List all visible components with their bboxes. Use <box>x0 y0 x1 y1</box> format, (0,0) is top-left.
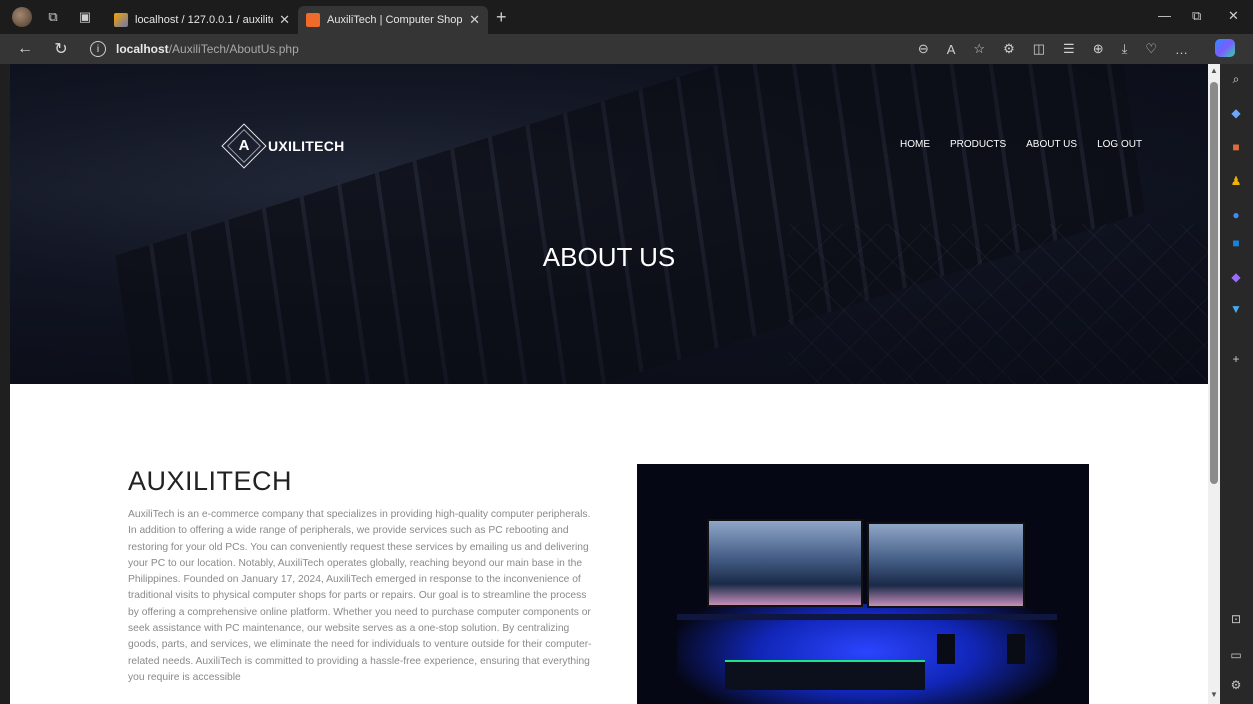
tab-actions-icon[interactable]: ▣ <box>74 6 96 28</box>
logo-text: UXILITECH <box>268 138 345 154</box>
hide-sidebar-icon[interactable]: ▭ <box>1229 648 1243 662</box>
edge-sidebar: ⌕ ◆ ■ ♟ ● ■ ◆ ▼ + ⊡ ▭ ⚙ <box>1220 64 1253 704</box>
logo-diamond-icon: A <box>221 123 267 169</box>
profile-avatar[interactable] <box>12 7 32 27</box>
url-path: /AuxiliTech/AboutUs.php <box>168 42 299 56</box>
copilot-sidebar-icon[interactable]: ● <box>1229 208 1243 222</box>
settings-gear-icon[interactable]: ⚙ <box>1229 678 1243 692</box>
scroll-up-arrow-icon[interactable]: ▲ <box>1210 66 1218 75</box>
browser-toolbar: ← ↻ i localhost/AuxiliTech/AboutUs.php ⊖… <box>0 34 1253 64</box>
workspaces-icon[interactable]: ⧉ <box>42 6 64 28</box>
close-window-button[interactable]: ✕ <box>1228 8 1239 24</box>
keyboard <box>725 660 925 690</box>
shopping-tag-icon[interactable]: ◆ <box>1229 106 1243 120</box>
nav-products[interactable]: PRODUCTS <box>950 139 1006 150</box>
copilot-icon[interactable] <box>1206 38 1244 60</box>
screenshot-icon[interactable]: ⊡ <box>1229 612 1243 626</box>
tab-title: localhost / 127.0.0.1 / auxilitech | <box>135 14 273 26</box>
favorites-icon[interactable]: ☰ <box>1063 41 1075 57</box>
tab-auxilitech[interactable]: AuxiliTech | Computer Shop ✕ <box>298 6 488 34</box>
gaming-setup-photo <box>637 464 1089 704</box>
favorite-star-icon[interactable]: ☆ <box>973 41 985 57</box>
monitor-left <box>707 519 863 607</box>
hero-title: ABOUT US <box>542 242 676 272</box>
send-icon[interactable]: ▼ <box>1229 302 1243 316</box>
hero-banner: A UXILITECH HOME PRODUCTS ABOUT US LOG O… <box>10 64 1208 384</box>
search-icon[interactable]: ⌕ <box>1229 72 1243 86</box>
add-sidebar-app-icon[interactable]: + <box>1229 352 1243 366</box>
browser-tab-bar: ⧉ ▣ localhost / 127.0.0.1 / auxilitech |… <box>0 0 1253 34</box>
back-arrow-icon[interactable]: ← <box>14 40 36 58</box>
phpmyadmin-favicon <box>114 13 128 27</box>
about-section: AUXILITECH AuxiliTech is an e-commerce c… <box>128 466 598 686</box>
designer-icon[interactable]: ◆ <box>1229 270 1243 284</box>
nav-about-us[interactable]: ABOUT US <box>1026 139 1077 150</box>
heart-icon[interactable]: ♡ <box>1145 41 1157 57</box>
about-body: AuxiliTech is an e-commerce company that… <box>128 509 592 683</box>
games-icon[interactable]: ♟ <box>1229 174 1243 188</box>
tab-title: AuxiliTech | Computer Shop <box>327 14 463 26</box>
outlook-icon[interactable]: ■ <box>1229 236 1243 250</box>
monitor-right <box>867 522 1025 608</box>
nav-log-out[interactable]: LOG OUT <box>1097 139 1142 150</box>
new-tab-button[interactable]: + <box>496 7 507 28</box>
downloads-icon[interactable]: ⤓ <box>1122 41 1128 57</box>
scrollbar-thumb[interactable] <box>1210 82 1218 484</box>
about-heading: AUXILITECH <box>128 466 293 496</box>
split-screen-icon[interactable]: ◫ <box>1033 41 1045 57</box>
close-tab-icon[interactable]: ✕ <box>469 12 480 28</box>
main-nav: HOME PRODUCTS ABOUT US LOG OUT <box>900 139 1162 150</box>
address-bar[interactable]: i localhost/AuxiliTech/AboutUs.php <box>90 37 890 61</box>
url-host: localhost <box>116 42 169 56</box>
minimize-button[interactable]: — <box>1158 8 1171 23</box>
page-scrollbar[interactable]: ▲ ▼ <box>1208 64 1220 704</box>
close-tab-icon[interactable]: ✕ <box>279 12 290 28</box>
auxilitech-favicon <box>306 13 320 27</box>
site-logo[interactable]: A UXILITECH <box>221 123 345 169</box>
page-viewport: A UXILITECH HOME PRODUCTS ABOUT US LOG O… <box>10 64 1208 704</box>
extensions-icon[interactable]: ⚙ <box>1003 41 1015 57</box>
collections-icon[interactable]: ⊕ <box>1093 41 1104 57</box>
zoom-icon[interactable]: ⊖ <box>918 41 929 57</box>
nav-home[interactable]: HOME <box>900 139 930 150</box>
read-aloud-icon[interactable]: A <box>947 42 956 57</box>
more-menu-icon[interactable]: … <box>1175 42 1188 57</box>
restore-button[interactable]: ⧉ <box>1192 8 1201 24</box>
tab-phpmyadmin[interactable]: localhost / 127.0.0.1 / auxilitech | ✕ <box>106 6 298 34</box>
site-info-icon[interactable]: i <box>90 41 106 57</box>
scroll-down-arrow-icon[interactable]: ▼ <box>1210 690 1218 699</box>
tools-briefcase-icon[interactable]: ■ <box>1229 140 1243 154</box>
refresh-icon[interactable]: ↻ <box>50 39 72 59</box>
